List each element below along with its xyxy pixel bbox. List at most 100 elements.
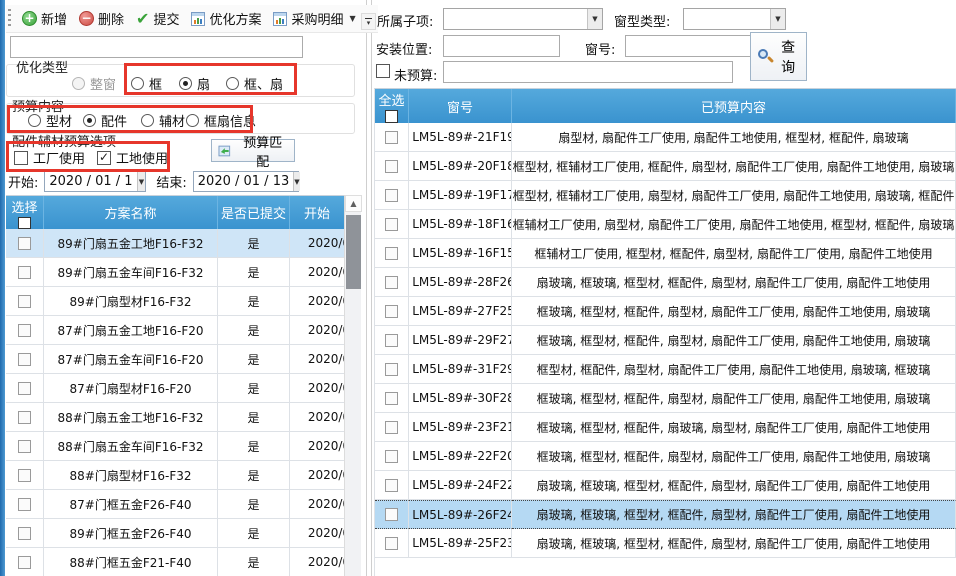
- table-row[interactable]: LM5L-89#-30F28 框玻璃, 框型材, 框配件, 扇型材, 扇配件工厂…: [375, 384, 956, 413]
- row-checkbox[interactable]: [385, 450, 398, 463]
- select-all-column-header[interactable]: 全选: [375, 89, 409, 123]
- window-no-column-header[interactable]: 窗号: [409, 89, 512, 123]
- table-row[interactable]: 87#门扇五金工地F16-F20 是 2020/0: [6, 316, 361, 345]
- checkbox-site-use[interactable]: 工地使用: [97, 148, 168, 167]
- submitted-column-header[interactable]: 是否已提交: [218, 196, 290, 229]
- row-checkbox[interactable]: [385, 363, 398, 376]
- toolbar-overflow-button[interactable]: ▾: [361, 13, 376, 30]
- plan-table-scrollbar[interactable]: ▲: [344, 195, 361, 576]
- install-position-input[interactable]: [443, 35, 560, 57]
- purchase-detail-button[interactable]: 采购明细 ▼: [267, 7, 361, 30]
- table-row[interactable]: LM5L-89#-18F16 框辅材工厂使用, 扇型材, 扇配件工厂使用, 扇配…: [375, 210, 956, 239]
- row-checkbox[interactable]: [385, 218, 398, 231]
- start-date-picker[interactable]: 2020 / 01 / 1 ▼: [44, 171, 146, 192]
- row-checkbox[interactable]: [18, 382, 31, 395]
- chevron-down-icon[interactable]: ▼: [293, 172, 299, 191]
- row-checkbox[interactable]: [18, 324, 31, 337]
- table-row[interactable]: LM5L-89#-20F18 框型材, 框辅材工厂使用, 框配件, 扇型材, 扇…: [375, 152, 956, 181]
- select-column-header[interactable]: 选择: [6, 196, 44, 229]
- table-row[interactable]: LM5L-89#-23F21 框玻璃, 框型材, 框配件, 扇玻璃, 扇型材, …: [375, 413, 956, 442]
- budgeted-content-cell: 扇玻璃, 框玻璃, 框型材, 框配件, 扇型材, 扇配件工厂使用, 扇配件工地使…: [512, 268, 956, 297]
- no-budget-checkbox[interactable]: [376, 64, 390, 78]
- table-row[interactable]: LM5L-89#-27F25 框玻璃, 框型材, 框配件, 扇型材, 扇配件工厂…: [375, 297, 956, 326]
- radio-frame[interactable]: 框: [131, 74, 162, 93]
- table-row[interactable]: 89#门框五金F26-F40 是 2020/0: [6, 519, 361, 548]
- row-checkbox[interactable]: [18, 411, 31, 424]
- optimize-plan-button[interactable]: 优化方案: [185, 7, 267, 30]
- radio-sash[interactable]: 扇: [179, 74, 210, 93]
- row-checkbox[interactable]: [18, 440, 31, 453]
- row-checkbox[interactable]: [385, 189, 398, 202]
- table-row[interactable]: LM5L-89#-16F15 框辅材工厂使用, 框型材, 框配件, 扇型材, 扇…: [375, 239, 956, 268]
- add-button[interactable]: + 新增: [16, 7, 73, 30]
- row-checkbox[interactable]: [385, 160, 398, 173]
- docked-panel-strip[interactable]: [0, 0, 5, 576]
- table-row[interactable]: 89#门扇五金工地F16-F32 是 2020/0: [6, 229, 361, 258]
- row-checkbox[interactable]: [385, 305, 398, 318]
- plan-name-column-header[interactable]: 方案名称: [44, 196, 218, 229]
- checkbox-factory-use[interactable]: 工厂使用: [14, 148, 85, 167]
- table-row[interactable]: LM5L-89#-28F26 扇玻璃, 框玻璃, 框型材, 框配件, 扇型材, …: [375, 268, 956, 297]
- row-checkbox[interactable]: [18, 237, 31, 250]
- radio-whole-window[interactable]: 整窗: [72, 74, 116, 93]
- radio-auxiliary[interactable]: 辅材: [141, 111, 185, 130]
- row-checkbox[interactable]: [18, 353, 31, 366]
- table-row[interactable]: LM5L-89#-26F24 扇玻璃, 框玻璃, 框型材, 框配件, 扇型材, …: [375, 500, 956, 529]
- row-checkbox[interactable]: [385, 508, 398, 521]
- row-checkbox[interactable]: [385, 421, 398, 434]
- radio-accessory[interactable]: 配件: [83, 111, 127, 130]
- row-checkbox[interactable]: [18, 266, 31, 279]
- row-checkbox[interactable]: [18, 498, 31, 511]
- table-row[interactable]: LM5L-89#-31F29 框型材, 框配件, 扇型材, 扇配件工厂使用, 扇…: [375, 355, 956, 384]
- submitted-cell: 是: [218, 345, 290, 374]
- select-all-checkbox[interactable]: [385, 110, 398, 123]
- budgeted-content-column-header[interactable]: 已预算内容: [512, 89, 956, 123]
- radio-frame-sash-info[interactable]: 框扇信息: [186, 111, 256, 130]
- no-budget-input[interactable]: [443, 61, 733, 83]
- row-checkbox[interactable]: [18, 469, 31, 482]
- select-all-checkbox[interactable]: [18, 217, 31, 229]
- radio-frame-sash[interactable]: 框、扇: [226, 74, 283, 93]
- table-row[interactable]: LM5L-89#-29F27 框玻璃, 框型材, 框配件, 扇型材, 扇配件工厂…: [375, 326, 956, 355]
- query-button[interactable]: 查询: [750, 32, 807, 81]
- plan-filter-input[interactable]: [10, 36, 303, 58]
- table-row[interactable]: 87#门框五金F26-F40 是 2020/0: [6, 490, 361, 519]
- table-row[interactable]: 87#门扇五金车间F16-F20 是 2020/0: [6, 345, 361, 374]
- row-checkbox[interactable]: [18, 556, 31, 569]
- table-row[interactable]: 89#门扇五金车间F16-F32 是 2020/0: [6, 258, 361, 287]
- table-row[interactable]: 88#门扇五金车间F16-F32 是 2020/0: [6, 432, 361, 461]
- table-row[interactable]: 89#门扇型材F16-F32 是 2020/0: [6, 287, 361, 316]
- delete-button[interactable]: − 删除: [73, 7, 130, 30]
- row-checkbox[interactable]: [385, 392, 398, 405]
- row-checkbox[interactable]: [385, 247, 398, 260]
- scrollbar-thumb[interactable]: [346, 215, 361, 289]
- table-row[interactable]: LM5L-89#-24F22 扇玻璃, 框玻璃, 框型材, 框配件, 扇型材, …: [375, 471, 956, 500]
- sub-item-label: 所属子项:: [377, 11, 433, 30]
- row-checkbox[interactable]: [385, 334, 398, 347]
- table-row[interactable]: 87#门扇型材F16-F20 是 2020/0: [6, 374, 361, 403]
- row-checkbox[interactable]: [18, 527, 31, 540]
- chevron-down-icon[interactable]: ▼: [587, 9, 602, 29]
- table-row[interactable]: 88#门框五金F21-F40 是 2020/0: [6, 548, 361, 576]
- chevron-down-icon[interactable]: ▼: [770, 9, 785, 29]
- chevron-down-icon[interactable]: ▼: [137, 172, 146, 191]
- row-checkbox[interactable]: [18, 295, 31, 308]
- row-checkbox[interactable]: [385, 479, 398, 492]
- row-checkbox[interactable]: [385, 131, 398, 144]
- toolbar-grip[interactable]: [8, 9, 11, 29]
- sub-item-combo[interactable]: ▼: [443, 8, 603, 30]
- end-date-picker[interactable]: 2020 / 01 / 13 ▼: [193, 171, 299, 192]
- scroll-up-icon[interactable]: ▲: [345, 195, 362, 212]
- table-row[interactable]: LM5L-89#-25F23 扇玻璃, 框玻璃, 框型材, 框配件, 扇型材, …: [375, 529, 956, 558]
- row-checkbox[interactable]: [385, 537, 398, 550]
- window-type-combo[interactable]: ▼: [683, 8, 786, 30]
- table-row[interactable]: 88#门扇型材F16-F32 是 2020/0: [6, 461, 361, 490]
- table-row[interactable]: LM5L-89#-21F19 扇型材, 扇配件工厂使用, 扇配件工地使用, 框型…: [375, 123, 956, 152]
- row-checkbox[interactable]: [385, 276, 398, 289]
- submit-button[interactable]: ✔ 提交: [130, 7, 185, 30]
- budget-match-button[interactable]: 预算匹配: [211, 139, 295, 162]
- table-row[interactable]: LM5L-89#-22F20 框玻璃, 框型材, 框配件, 扇型材, 扇配件工厂…: [375, 442, 956, 471]
- radio-profile[interactable]: 型材: [28, 111, 72, 130]
- table-row[interactable]: LM5L-89#-19F17 框型材, 框辅材工厂使用, 扇型材, 扇配件工厂使…: [375, 181, 956, 210]
- table-row[interactable]: 88#门扇五金工地F16-F32 是 2020/0: [6, 403, 361, 432]
